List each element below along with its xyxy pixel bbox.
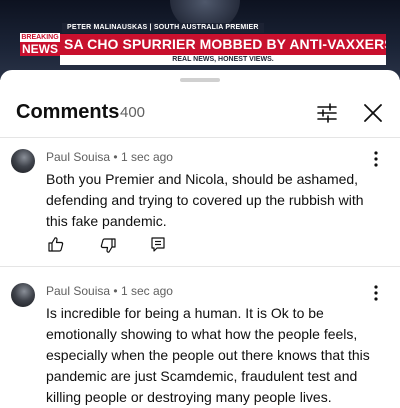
- reply-icon: [151, 237, 165, 252]
- comment-menu-button[interactable]: [368, 149, 384, 169]
- comment-text: Is incredible for being a human. It is O…: [46, 305, 370, 405]
- comments-title: Comments: [16, 101, 120, 123]
- video-player[interactable]: PETER MALINAUSKAS | SOUTH AUSTRALIA PREM…: [0, 0, 400, 80]
- thumbs-down-icon: [100, 238, 116, 253]
- comment-time: 1 sec ago: [120, 150, 173, 164]
- news-tagline: REAL NEWS, HONEST VIEWS.: [60, 55, 386, 65]
- comment-text: Both you Premier and Nicola, should be a…: [46, 171, 364, 229]
- like-button[interactable]: [46, 235, 66, 255]
- comment-menu-button[interactable]: [368, 283, 384, 303]
- more-vert-icon: [374, 285, 378, 301]
- drag-handle[interactable]: [180, 78, 220, 82]
- meta-separator: •: [113, 150, 121, 164]
- comment-meta: Paul Souisa • 1 sec ago: [46, 149, 173, 165]
- comment-author[interactable]: Paul Souisa: [46, 150, 110, 164]
- thumbs-up-icon: [48, 237, 64, 252]
- comment-time: 1 sec ago: [120, 284, 173, 298]
- dislike-button[interactable]: [98, 235, 118, 255]
- comment-meta: Paul Souisa • 1 sec ago: [46, 283, 173, 299]
- header-divider: [0, 137, 400, 138]
- comments-count: 400: [120, 104, 146, 121]
- avatar[interactable]: [11, 283, 35, 307]
- comment-divider: [0, 266, 400, 267]
- comments-sheet: Comments 400 Paul Souisa • 1 sec ago Bot…: [0, 70, 400, 405]
- comment-actions: [46, 235, 176, 255]
- more-vert-icon: [374, 151, 378, 167]
- speaker-name-strip: PETER MALINAUSKAS | SOUTH AUSTRALIA PREM…: [62, 23, 264, 33]
- sliders-icon: [317, 103, 337, 123]
- reply-button[interactable]: [148, 235, 168, 255]
- filter-button[interactable]: [312, 98, 342, 128]
- close-button[interactable]: [358, 98, 388, 128]
- avatar[interactable]: [11, 149, 35, 173]
- meta-separator: •: [113, 284, 121, 298]
- logo-top-text: BREAKING: [20, 33, 60, 42]
- news-headline: SA CHO SPURRIER MOBBED BY ANTI-VAXXERS: [60, 34, 386, 55]
- news-lower-third: PETER MALINAUSKAS | SOUTH AUSTRALIA PREM…: [0, 22, 400, 66]
- comment-author[interactable]: Paul Souisa: [46, 284, 110, 298]
- breaking-news-logo: BREAKING NEWS: [20, 33, 60, 56]
- comments-header: Comments 400: [0, 98, 400, 128]
- close-icon: [364, 104, 382, 122]
- logo-bottom-text: NEWS: [20, 42, 60, 56]
